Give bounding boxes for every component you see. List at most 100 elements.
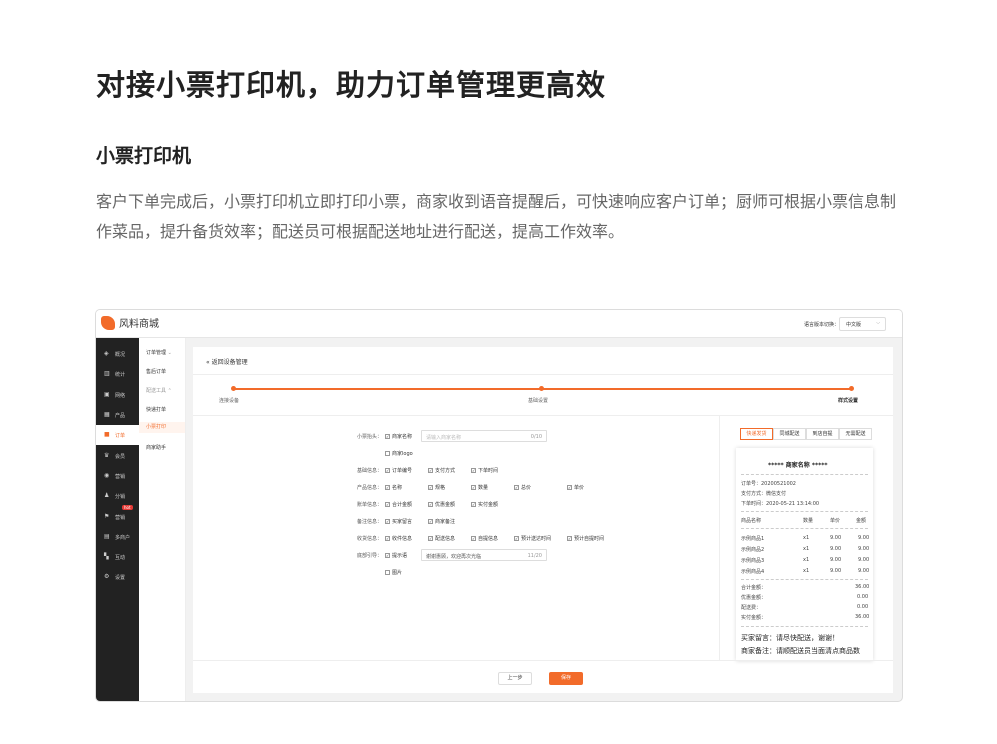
sidebar-item-settings[interactable]: ⚙ 设置 [96,567,139,587]
checkbox-unit-price[interactable]: ✓ 单价 [567,484,584,491]
sidebar-item-distribution[interactable]: ♟ 分销 [96,486,139,506]
save-button[interactable]: 保存 [549,672,583,685]
merchant-name-input[interactable]: 请输入商家名称 0/10 [421,430,547,442]
shop-icon: ▣ [104,391,110,398]
checkbox-pickup-info[interactable]: ✓ 自提信息 [471,535,498,542]
logo-icon [101,316,115,330]
order-icon: ■ [104,431,110,438]
checkbox-discount[interactable]: ✓ 优惠金额 [428,501,455,508]
receipt-item-qty: x1 [803,557,810,563]
subnav-express-print[interactable]: 快递打单 [146,406,166,413]
row-label: 收货信息： [356,536,382,542]
tab-express[interactable]: 快递发货 [740,428,773,440]
subnav-merchant-assistant[interactable]: 商家助手 [146,444,166,451]
checkbox-order-time[interactable]: ✓ 下单时间 [471,467,498,474]
sidebar-item-label: 统计 [115,372,126,378]
form-row-header: 小票抬头： ✓ 商家名称 请输入商家名称 0/10 [193,430,719,442]
row-label: 基础信息： [356,468,382,474]
footer-tip-input[interactable]: 谢谢惠顾，欢迎再次光临 11/20 [421,549,547,561]
receipt-item-amount: 9.00 [858,535,870,541]
double-chevron-left-icon: « [206,359,210,366]
receipt-buyer-message: 买家留言：请尽快配送，谢谢！ [741,634,839,642]
sidebar-item-network[interactable]: ▣ 网络 [96,385,139,405]
receipt-item-amount: 9.00 [858,557,870,563]
subnav-receipt-print[interactable]: 小票打印 [139,422,185,433]
step-basic: 基础设置 [528,398,549,404]
grid-icon: ▦ [104,411,110,418]
section-description: 客户下单完成后，小票打印机立即打印小票，商家收到语音提醒后，可快速响应客户订单；… [96,192,897,241]
receipt-item-name: 示例商品3 [741,558,765,564]
checkbox-merchant-logo[interactable]: 商家logo [385,450,413,457]
checkbox-name[interactable]: ✓ 名称 [385,484,402,491]
sidebar-item-promotions[interactable]: ◉ 营销 [96,466,139,486]
subnav-after-sales[interactable]: 售后订单 [146,368,166,375]
checkbox-pay-method[interactable]: ✓ 支付方式 [428,467,455,474]
prev-step-button[interactable]: 上一步 [498,672,532,685]
chevron-up-icon: ⌃ [167,388,172,394]
checkbox-delivery-info[interactable]: ✓ 配送信息 [428,535,455,542]
receipt-total-value: 36.00 [855,614,870,620]
back-link[interactable]: « 返回设备管理 [206,357,248,366]
flag-icon: ⚑ [104,513,110,520]
receipt-item-name: 示例商品1 [741,536,765,542]
step-connect: 连接设备 [219,398,240,404]
subnav-delivery-tools[interactable]: 配送工具 ⌃ [146,387,172,394]
sidebar-item-stats[interactable]: ▥ 统计 [96,364,139,384]
checkbox-sum[interactable]: ✓ 合计金额 [385,501,412,508]
checkbox-seller-note[interactable]: ✓ 商家备注 [428,518,455,525]
language-select[interactable]: 中文版 ⌵ [839,317,886,331]
checkbox-spec[interactable]: ✓ 规格 [428,484,445,491]
checkbox-buyer-msg[interactable]: ✓ 买家留言 [385,518,412,525]
form-row-footer: 底部引导： ✓ 提示语 谢谢惠顾，欢迎再次光临 11/20 [193,549,719,561]
checkbox-merchant-name[interactable]: ✓ 商家名称 [385,433,412,440]
language-value: 中文版 [846,322,862,328]
checkbox-tip[interactable]: ✓ 提示语 [385,552,407,559]
receipt-total-label: 实付金额： [741,615,767,621]
sidebar-item-label: 设置 [115,575,126,581]
subnav-order-management[interactable]: 订单管理 ⌄ [146,349,172,356]
divider [193,374,893,375]
receipt-head-qty: 数量 [803,518,814,524]
sidebar-item-multi-merchant[interactable]: ▤ 多商户 [96,527,139,547]
checkbox-image[interactable]: 图片 [385,569,402,576]
checkbox-paid[interactable]: ✓ 实付金额 [471,501,498,508]
divider [193,660,893,661]
checkbox-order-no[interactable]: ✓ 订单编号 [385,467,412,474]
user-icon: ♟ [104,492,110,499]
logo-text: 风料商城 [119,319,159,330]
receipt-item-amount: 9.00 [858,568,870,574]
dashed-divider [741,579,868,580]
dashed-divider [741,626,868,627]
receipt-head-price: 单价 [830,518,841,524]
step-dot [231,386,236,391]
crown-icon: ♛ [104,452,110,459]
receipt-head-name: 商品名称 [741,518,762,524]
checkbox-pickup-time[interactable]: ✓ 预计自提时间 [567,535,604,542]
language-label: 语言版本切换： [804,322,840,328]
sidebar-item-overview[interactable]: ◈ 概况 [96,344,139,364]
sidebar-item-members[interactable]: ♛ 会员 [96,446,139,466]
tab-local-delivery[interactable]: 同城配送 [773,428,806,440]
store-icon: ▤ [104,533,110,540]
tab-no-delivery[interactable]: 无需配送 [839,428,872,440]
sidebar-item-label: 营销 [115,474,126,480]
checkbox-receiver-info[interactable]: ✓ 收件信息 [385,535,412,542]
form-row-image: 图片 [193,566,719,578]
receipt-preview-panel: 快递发货 同城配送 到店自提 无需配送 ***** 商家名称 ***** 订单号… [719,415,893,661]
sidebar-item-label: 多商户 [115,535,131,541]
sidebar-item-interaction[interactable]: ▚ 互动 [96,547,139,567]
chevron-down-icon: ⌄ [167,350,172,356]
sidebar-item-orders[interactable]: ■ 订单 [96,425,139,445]
tab-store-pickup[interactable]: 到店自提 [806,428,839,440]
receipt-paper: ***** 商家名称 ***** 订单号：20200521002 支付方式：微信… [736,448,873,661]
receipt-order-no: 订单号：20200521002 [741,481,796,487]
checkbox-quantity[interactable]: ✓ 数量 [471,484,488,491]
sidebar-item-marketing[interactable]: ⚑ 营销 [96,507,139,527]
receipt-item-name: 示例商品4 [741,569,765,575]
receipt-item-price: 9.00 [830,557,842,563]
checkbox-total[interactable]: ✓ 总价 [514,484,531,491]
sidebar-item-label: 概况 [115,352,126,358]
page-headline: 对接小票打印机，助力订单管理更高效 [96,68,607,102]
checkbox-eta[interactable]: ✓ 预计送达时间 [514,535,551,542]
sidebar-item-products[interactable]: ▦ 产品 [96,405,139,425]
